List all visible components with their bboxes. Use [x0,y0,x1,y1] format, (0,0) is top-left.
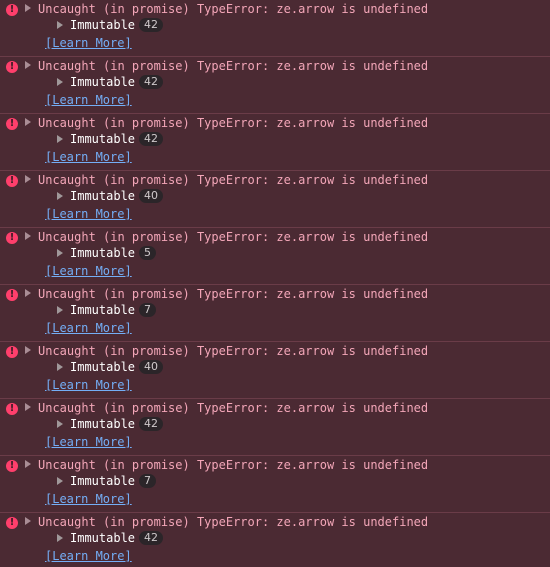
learn-more-link[interactable]: [Learn More] [45,320,132,336]
console-error-entry: ! Uncaught (in promise) TypeError: ze.ar… [0,57,550,114]
console-error-entry: ! Uncaught (in promise) TypeError: ze.ar… [0,171,550,228]
object-preview[interactable]: Immutable 5 [57,245,157,261]
error-circle-icon: ! [6,403,18,415]
object-preview[interactable]: Immutable 42 [57,17,164,33]
expand-object-icon[interactable] [57,306,63,314]
error-circle-icon: ! [6,61,18,73]
console-error-entry: ! Uncaught (in promise) TypeError: ze.ar… [0,456,550,513]
object-name: Immutable [70,132,136,146]
expand-triangle-icon[interactable] [25,346,31,354]
expand-triangle-icon[interactable] [25,289,31,297]
object-count-badge: 40 [139,360,164,374]
console-error-entry: ! Uncaught (in promise) TypeError: ze.ar… [0,228,550,285]
object-name: Immutable [70,189,136,203]
error-message[interactable]: Uncaught (in promise) TypeError: ze.arro… [38,286,428,302]
object-preview[interactable]: Immutable 42 [57,530,164,546]
object-count-badge: 42 [139,18,164,32]
console-error-entry: ! Uncaught (in promise) TypeError: ze.ar… [0,513,550,567]
expand-triangle-icon[interactable] [25,4,31,12]
expand-triangle-icon[interactable] [25,175,31,183]
learn-more-link[interactable]: [Learn More] [45,548,132,564]
error-message[interactable]: Uncaught (in promise) TypeError: ze.arro… [38,58,428,74]
expand-triangle-icon[interactable] [25,403,31,411]
expand-object-icon[interactable] [57,249,63,257]
error-circle-icon: ! [6,118,18,130]
error-circle-icon: ! [6,4,18,16]
expand-object-icon[interactable] [57,534,63,542]
object-count-badge: 42 [139,417,164,431]
error-circle-icon: ! [6,289,18,301]
learn-more-link[interactable]: [Learn More] [45,35,132,51]
expand-object-icon[interactable] [57,420,63,428]
object-count-badge: 7 [139,303,157,317]
error-message[interactable]: Uncaught (in promise) TypeError: ze.arro… [38,172,428,188]
object-name: Immutable [70,75,136,89]
object-count-badge: 5 [139,246,157,260]
expand-triangle-icon[interactable] [25,460,31,468]
object-preview[interactable]: Immutable 40 [57,359,164,375]
learn-more-link[interactable]: [Learn More] [45,377,132,393]
error-circle-icon: ! [6,232,18,244]
object-name: Immutable [70,474,136,488]
object-preview[interactable]: Immutable 7 [57,302,157,318]
object-count-badge: 42 [139,132,164,146]
console-error-entry: ! Uncaught (in promise) TypeError: ze.ar… [0,0,550,57]
error-message[interactable]: Uncaught (in promise) TypeError: ze.arro… [38,343,428,359]
learn-more-link[interactable]: [Learn More] [45,263,132,279]
learn-more-link[interactable]: [Learn More] [45,434,132,450]
error-message[interactable]: Uncaught (in promise) TypeError: ze.arro… [38,115,428,131]
object-preview[interactable]: Immutable 42 [57,74,164,90]
error-message[interactable]: Uncaught (in promise) TypeError: ze.arro… [38,400,428,416]
expand-triangle-icon[interactable] [25,118,31,126]
object-name: Immutable [70,360,136,374]
error-circle-icon: ! [6,346,18,358]
console-error-entry: ! Uncaught (in promise) TypeError: ze.ar… [0,114,550,171]
expand-object-icon[interactable] [57,363,63,371]
object-name: Immutable [70,531,136,545]
learn-more-link[interactable]: [Learn More] [45,92,132,108]
expand-triangle-icon[interactable] [25,232,31,240]
object-preview[interactable]: Immutable 42 [57,131,164,147]
learn-more-link[interactable]: [Learn More] [45,491,132,507]
object-name: Immutable [70,246,136,260]
expand-object-icon[interactable] [57,21,63,29]
expand-triangle-icon[interactable] [25,61,31,69]
error-circle-icon: ! [6,460,18,472]
object-name: Immutable [70,303,136,317]
error-circle-icon: ! [6,517,18,529]
console-log-panel: ! Uncaught (in promise) TypeError: ze.ar… [0,0,550,567]
error-message[interactable]: Uncaught (in promise) TypeError: ze.arro… [38,514,428,530]
expand-triangle-icon[interactable] [25,517,31,525]
learn-more-link[interactable]: [Learn More] [45,206,132,222]
error-message[interactable]: Uncaught (in promise) TypeError: ze.arro… [38,229,428,245]
learn-more-link[interactable]: [Learn More] [45,149,132,165]
console-error-entry: ! Uncaught (in promise) TypeError: ze.ar… [0,342,550,399]
object-count-badge: 42 [139,75,164,89]
object-name: Immutable [70,18,136,32]
expand-object-icon[interactable] [57,192,63,200]
expand-object-icon[interactable] [57,78,63,86]
expand-object-icon[interactable] [57,135,63,143]
error-message[interactable]: Uncaught (in promise) TypeError: ze.arro… [38,457,428,473]
object-count-badge: 7 [139,474,157,488]
object-name: Immutable [70,417,136,431]
object-preview[interactable]: Immutable 40 [57,188,164,204]
error-message[interactable]: Uncaught (in promise) TypeError: ze.arro… [38,1,428,17]
error-circle-icon: ! [6,175,18,187]
object-count-badge: 42 [139,531,164,545]
console-error-entry: ! Uncaught (in promise) TypeError: ze.ar… [0,399,550,456]
object-count-badge: 40 [139,189,164,203]
console-error-entry: ! Uncaught (in promise) TypeError: ze.ar… [0,285,550,342]
expand-object-icon[interactable] [57,477,63,485]
object-preview[interactable]: Immutable 42 [57,416,164,432]
object-preview[interactable]: Immutable 7 [57,473,157,489]
